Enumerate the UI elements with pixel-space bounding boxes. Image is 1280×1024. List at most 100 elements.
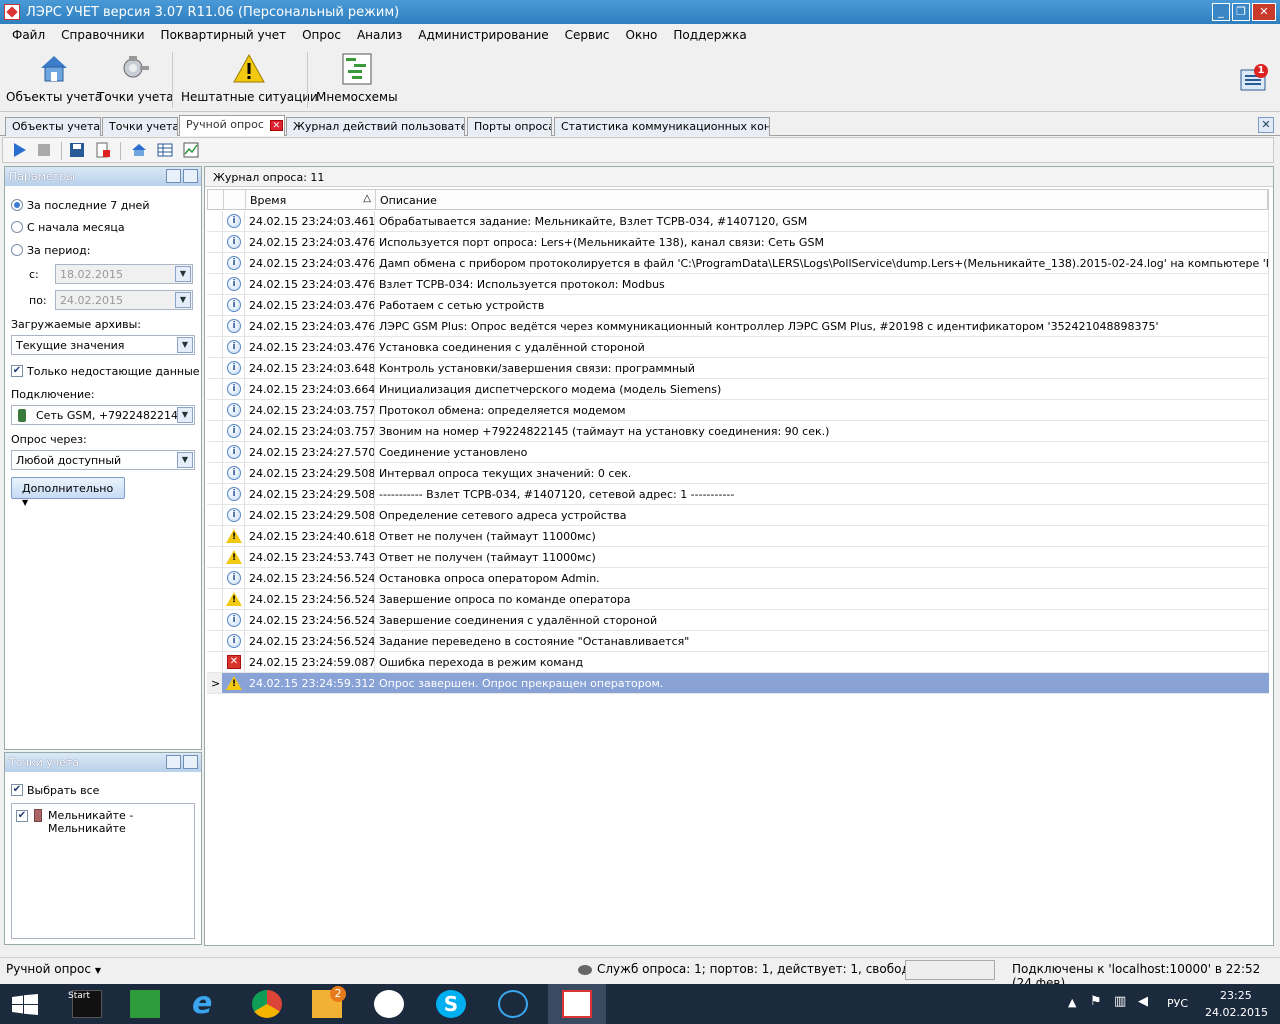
tab-manual-poll[interactable]: Ручной опрос ✕	[179, 115, 285, 136]
table-row[interactable]: i 24.02.15 23:24:03.648 Контроль установки…	[207, 358, 1269, 379]
menu-references[interactable]: Справочники	[53, 28, 152, 42]
taskbar-start-menu-app[interactable]: Start	[58, 984, 116, 1024]
table-icon[interactable]	[157, 142, 173, 158]
taskbar-chrome-icon[interactable]	[238, 984, 296, 1024]
taskbar-notes-icon[interactable]: 2	[298, 984, 356, 1024]
poll-via-select[interactable]: Любой доступный ▼	[11, 450, 195, 470]
chevron-down-icon[interactable]: ▼	[177, 407, 193, 423]
tab-objects[interactable]: Объекты учета	[5, 117, 101, 136]
table-row[interactable]: i 24.02.15 23:24:03.461 Обрабатывается зад…	[207, 211, 1269, 232]
clock-time[interactable]: 23:25	[1220, 989, 1252, 1002]
time-column-header[interactable]: Время △	[246, 190, 376, 209]
menu-support[interactable]: Поддержка	[665, 28, 754, 42]
chart-icon[interactable]	[183, 142, 199, 158]
table-row[interactable]: i 24.02.15 23:24:03.476 Используется порт …	[207, 232, 1269, 253]
table-row[interactable]: 24.02.15 23:24:56.524Завершение опроса п…	[207, 589, 1269, 610]
table-row[interactable]: i 24.02.15 23:24:03.476 Дамп обмена с приб…	[207, 253, 1269, 274]
menu-analysis[interactable]: Анализ	[349, 28, 410, 42]
table-row[interactable]: i 24.02.15 23:24:56.524 Завершение соедине…	[207, 610, 1269, 631]
taskbar-app-star-icon[interactable]	[484, 984, 542, 1024]
chevron-down-icon[interactable]: ▼	[177, 452, 193, 468]
menu-file[interactable]: Файл	[4, 28, 53, 42]
table-row[interactable]: i 24.02.15 23:24:29.508 ----------- Взлет …	[207, 484, 1269, 505]
table-row[interactable]: i 24.02.15 23:24:03.664 Инициализация дисп…	[207, 379, 1269, 400]
taskbar-app-eyes-icon[interactable]	[360, 984, 418, 1024]
incidents-button[interactable]: Нештатные ситуации	[181, 52, 318, 104]
table-row[interactable]: i 24.02.15 23:24:03.757 Протокол обмена: о…	[207, 400, 1269, 421]
schemes-button[interactable]: Мнемосхемы	[316, 52, 398, 104]
table-row[interactable]: i 24.02.15 23:24:03.476 ЛЭРС GSM Plus: Опр…	[207, 316, 1269, 337]
taskbar-ie-icon[interactable]: e	[178, 984, 236, 1024]
date-to-field[interactable]: 24.02.2015 ▼	[55, 290, 193, 310]
menu-administration[interactable]: Администрирование	[410, 28, 556, 42]
table-row[interactable]: ✕ 24.02.15 23:24:59.087 Ошибка перехода в …	[207, 652, 1269, 673]
chevron-down-icon[interactable]: ▼	[175, 292, 191, 308]
date-from-field[interactable]: 18.02.2015 ▼	[55, 264, 193, 284]
volume-icon[interactable]: ◀	[1138, 994, 1148, 1009]
table-row[interactable]: i 24.02.15 23:24:56.524 Остановка опроса о…	[207, 568, 1269, 589]
table-row[interactable]: i 24.02.15 23:24:29.508 Определение сетево…	[207, 505, 1269, 526]
taskbar-lers-icon[interactable]	[548, 984, 606, 1024]
point-checkbox[interactable]: ✔	[16, 810, 28, 822]
row-description: Ошибка перехода в режим команд	[375, 652, 1269, 672]
clock-date[interactable]: 24.02.2015	[1205, 1006, 1268, 1019]
save-icon[interactable]	[69, 142, 85, 158]
table-row[interactable]: i 24.02.15 23:24:29.508 Интервал опроса те…	[207, 463, 1269, 484]
panel-window-icon[interactable]	[166, 169, 181, 183]
table-row[interactable]: i 24.02.15 23:24:03.476 Работаем с сетью у…	[207, 295, 1269, 316]
network-icon[interactable]: ▥	[1114, 994, 1126, 1009]
table-row[interactable]: i 24.02.15 23:24:03.476 Взлет ТСРВ-034: Ис…	[207, 274, 1269, 295]
table-row[interactable]: i 24.02.15 23:24:56.524 Задание переведено…	[207, 631, 1269, 652]
table-row[interactable]: >24.02.15 23:24:59.312Опрос завершен. Оп…	[207, 673, 1269, 694]
mode-dropdown[interactable]: Ручной опрос ▼	[6, 962, 101, 976]
tab-points[interactable]: Точки учета	[102, 117, 178, 136]
points-button[interactable]: Точки учета	[97, 52, 174, 104]
minimize-button[interactable]: _	[1212, 3, 1230, 21]
row-description: Обрабатывается задание: Мельникайте, Взл…	[375, 211, 1269, 231]
objects-button[interactable]: Объекты учета	[6, 52, 102, 104]
only-missing-checkbox[interactable]: ✔	[11, 365, 23, 377]
table-row[interactable]: i 24.02.15 23:24:03.476 Установка соединен…	[207, 337, 1269, 358]
table-row[interactable]: 24.02.15 23:24:40.618Ответ не получен (т…	[207, 526, 1269, 547]
period-radio[interactable]	[11, 244, 23, 256]
parameters-panel: Параметры За последние 7 дней С начала м…	[4, 166, 202, 750]
menu-apartment-accounting[interactable]: Поквартирный учет	[153, 28, 295, 42]
table-row[interactable]: 24.02.15 23:24:53.743Ответ не получен (т…	[207, 547, 1269, 568]
delete-file-icon[interactable]	[95, 142, 111, 158]
play-icon[interactable]	[11, 142, 27, 158]
taskbar-skype-icon[interactable]: S	[422, 984, 480, 1024]
close-tab-icon[interactable]: ✕	[269, 120, 283, 131]
start-button[interactable]	[0, 984, 50, 1024]
menu-window[interactable]: Окно	[618, 28, 666, 42]
language-indicator[interactable]: РУС	[1167, 997, 1188, 1010]
more-options-button[interactable]: Дополнительно ▼	[11, 477, 125, 507]
stop-icon[interactable]	[36, 142, 52, 158]
tab-controller-stats[interactable]: Статистика коммуникационных контро	[554, 117, 770, 136]
pin-icon[interactable]	[183, 169, 198, 183]
flag-icon[interactable]: ⚑	[1090, 994, 1102, 1009]
last7-radio[interactable]	[11, 199, 23, 211]
month-start-radio[interactable]	[11, 221, 23, 233]
point-item[interactable]: Мельникайте - Мельникайте	[48, 809, 194, 835]
connection-select[interactable]: Сеть GSM, +79224822145 ▼	[11, 405, 195, 425]
tray-expand-icon[interactable]: ▲	[1068, 996, 1076, 1009]
chevron-down-icon[interactable]: ▼	[177, 337, 193, 353]
close-window-button[interactable]: ✕	[1252, 3, 1276, 21]
archives-select[interactable]: Текущие значения ▼	[11, 335, 195, 355]
table-row[interactable]: i 24.02.15 23:24:27.570 Соединение установ…	[207, 442, 1269, 463]
tab-poll-ports[interactable]: Порты опроса	[467, 117, 552, 136]
panel-window-icon[interactable]	[166, 755, 181, 769]
select-all-checkbox[interactable]: ✔	[11, 784, 23, 796]
restore-button[interactable]: ❐	[1232, 3, 1250, 21]
table-row[interactable]: i 24.02.15 23:24:03.757 Звоним на номер +7…	[207, 421, 1269, 442]
pin-icon[interactable]	[183, 755, 198, 769]
description-column-header[interactable]: Описание	[376, 190, 1268, 209]
tab-user-log[interactable]: Журнал действий пользователя	[286, 117, 465, 136]
notifications-button[interactable]: 1	[1240, 64, 1268, 92]
menu-service[interactable]: Сервис	[557, 28, 618, 42]
taskbar-store-icon[interactable]	[116, 984, 174, 1024]
close-all-tabs-icon[interactable]: ✕	[1258, 117, 1274, 133]
home-icon[interactable]	[131, 142, 147, 158]
chevron-down-icon[interactable]: ▼	[175, 266, 191, 282]
menu-poll[interactable]: Опрос	[294, 28, 349, 42]
